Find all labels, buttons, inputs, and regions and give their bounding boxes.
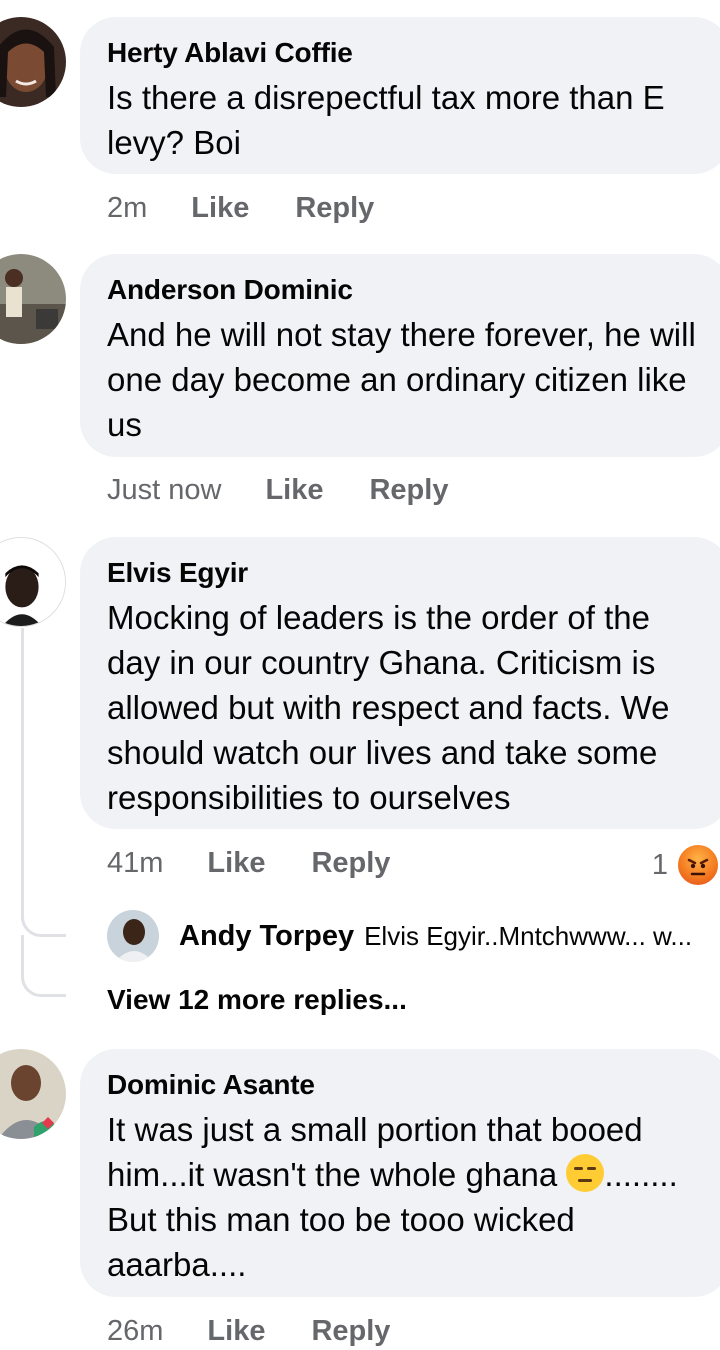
like-button[interactable]: Like bbox=[207, 845, 265, 881]
comment-timestamp[interactable]: 2m bbox=[107, 190, 147, 226]
reply-button[interactable]: Reply bbox=[311, 1313, 390, 1349]
profile-photo-icon bbox=[0, 538, 65, 626]
expressionless-face-emoji-icon bbox=[566, 1154, 605, 1192]
comment-author[interactable]: Elvis Egyir bbox=[107, 555, 702, 591]
comment-text: Is there a disrepectful tax more than E … bbox=[107, 79, 665, 161]
avatar-andy-torpey[interactable] bbox=[107, 910, 159, 962]
thread-connector-curve bbox=[21, 915, 66, 937]
avatar-elvis-egyir[interactable] bbox=[0, 537, 66, 627]
profile-photo-icon bbox=[0, 1049, 66, 1139]
angry-reaction-icon bbox=[676, 843, 720, 887]
thread-connector-line bbox=[21, 628, 24, 915]
comment-bubble[interactable]: Herty Ablavi Coffie Is there a disrepect… bbox=[80, 17, 720, 174]
avatar-anderson-dominic[interactable] bbox=[0, 254, 66, 344]
comment-timestamp[interactable]: 41m bbox=[107, 845, 163, 881]
like-button[interactable]: Like bbox=[191, 190, 249, 226]
profile-photo-icon bbox=[107, 910, 159, 962]
reply-button[interactable]: Reply bbox=[295, 190, 374, 226]
comment-text: Mocking of leaders is the order of the d… bbox=[107, 599, 670, 816]
thread-connector-line bbox=[21, 935, 24, 975]
comment-timestamp[interactable]: Just now bbox=[107, 472, 221, 508]
thread-connector-curve bbox=[21, 975, 66, 997]
comment-actions: 2m Like Reply bbox=[107, 190, 374, 226]
comment-actions: 41m Like Reply bbox=[107, 845, 390, 881]
like-button[interactable]: Like bbox=[265, 472, 323, 508]
comment-text-part: It was just a small portion that booed h… bbox=[107, 1111, 643, 1193]
profile-photo-icon bbox=[0, 17, 66, 107]
comment-actions: Just now Like Reply bbox=[107, 472, 448, 508]
profile-photo-icon bbox=[0, 254, 66, 344]
avatar-dominic-asante[interactable] bbox=[0, 1049, 66, 1139]
avatar-herty-ablavi-coffie[interactable] bbox=[0, 17, 66, 107]
comment-bubble[interactable]: Anderson Dominic And he will not stay th… bbox=[80, 254, 720, 457]
comment-timestamp[interactable]: 26m bbox=[107, 1313, 163, 1349]
comment-text: It was just a small portion that booed h… bbox=[107, 1107, 707, 1287]
comment-actions: 26m Like Reply bbox=[107, 1313, 390, 1349]
comment-text: And he will not stay there forever, he w… bbox=[107, 316, 696, 443]
reaction-summary[interactable]: 1 bbox=[652, 843, 720, 887]
comment-bubble[interactable]: Elvis Egyir Mocking of leaders is the or… bbox=[80, 537, 720, 829]
reply-button[interactable]: Reply bbox=[311, 845, 390, 881]
reply-preview[interactable]: Andy Torpey Elvis Egyir..Mntchwww... w..… bbox=[107, 910, 717, 962]
comment-author[interactable]: Dominic Asante bbox=[107, 1067, 702, 1103]
reply-author[interactable]: Andy Torpey bbox=[179, 920, 354, 953]
reply-text: Elvis Egyir..Mntchwww... w... bbox=[364, 920, 693, 951]
like-button[interactable]: Like bbox=[207, 1313, 265, 1349]
comment-author[interactable]: Anderson Dominic bbox=[107, 272, 702, 308]
reaction-count: 1 bbox=[651, 848, 668, 881]
comment-bubble[interactable]: Dominic Asante It was just a small porti… bbox=[80, 1049, 720, 1297]
comment-author[interactable]: Herty Ablavi Coffie bbox=[107, 35, 702, 71]
view-more-replies-link[interactable]: View 12 more replies... bbox=[107, 982, 407, 1018]
reply-button[interactable]: Reply bbox=[369, 472, 448, 508]
